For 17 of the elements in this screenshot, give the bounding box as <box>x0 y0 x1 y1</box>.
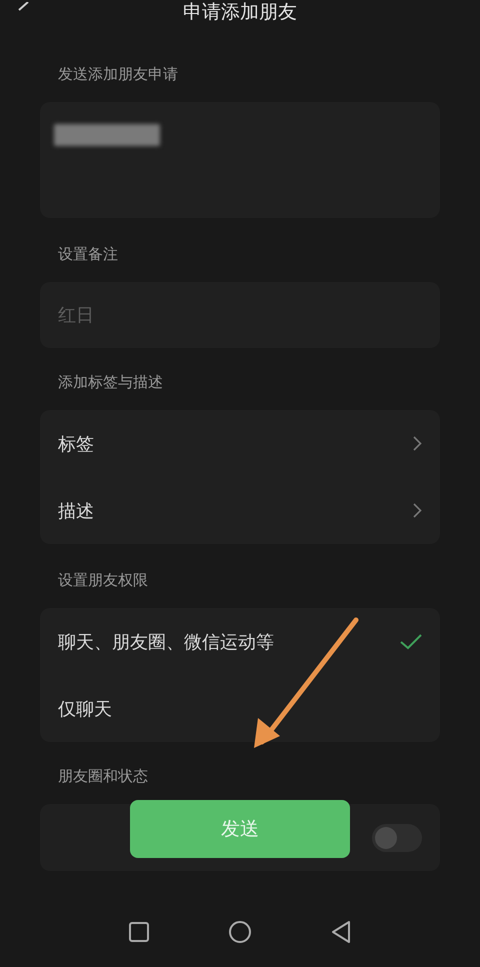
square-nav-icon[interactable] <box>129 922 149 942</box>
remark-field[interactable]: 红日 <box>40 282 440 348</box>
permission-option[interactable]: 聊天、朋友圈、微信运动等 <box>58 630 274 654</box>
home-nav-icon[interactable] <box>229 921 251 943</box>
row-label[interactable]: 描述 <box>58 498 94 522</box>
toggle-switch[interactable] <box>372 824 422 852</box>
back-nav-icon[interactable] <box>331 921 351 943</box>
page-title: 申请添加朋友 <box>183 0 297 24</box>
section-label: 设置备注 <box>58 244 119 264</box>
section-label: 添加标签与描述 <box>58 372 164 392</box>
section-label: 设置朋友权限 <box>58 570 149 590</box>
section-label: 发送添加朋友申请 <box>58 64 179 84</box>
permission-option[interactable]: 仅聊天 <box>58 696 112 720</box>
chevron-right-icon <box>413 503 422 518</box>
chevron-right-icon <box>413 436 422 451</box>
section-label: 朋友圈和状态 <box>58 766 149 786</box>
row-label[interactable]: 标签 <box>58 432 94 456</box>
